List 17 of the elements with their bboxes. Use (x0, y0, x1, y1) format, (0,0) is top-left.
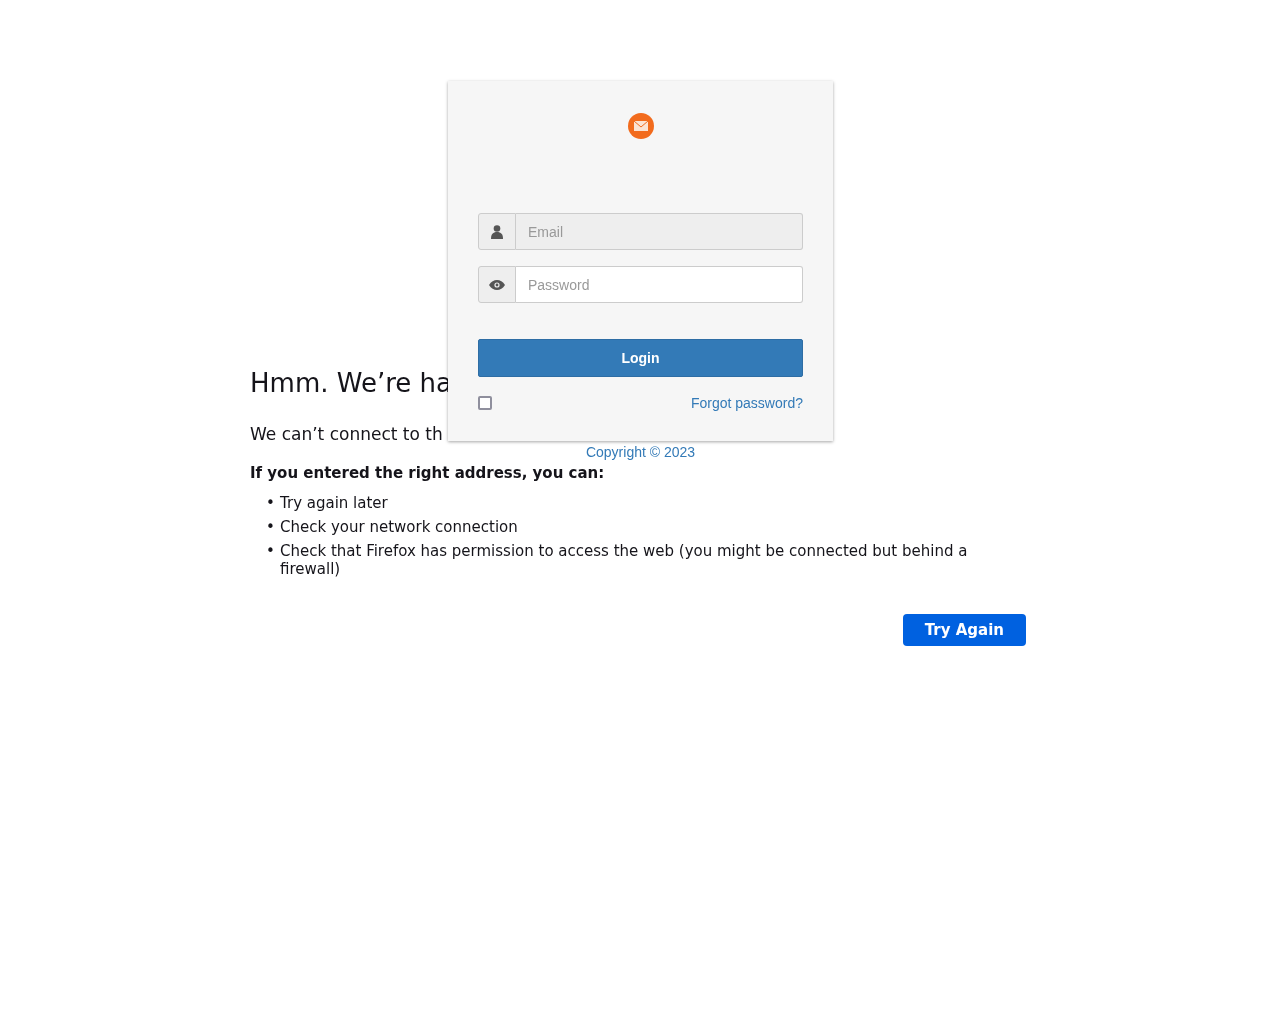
suggestion-item: Check that Firefox has permission to access the web (you might be connected but behind a firewall) (280, 542, 969, 578)
try-again-button[interactable]: Try Again (902, 614, 1026, 646)
password-field[interactable]: Password (516, 266, 803, 303)
bullet-marker: • (266, 542, 272, 562)
bullet-marker: • (266, 494, 272, 512)
suggestions-title: If you entered the right address, you can: (250, 463, 605, 484)
suggestion-item: Try again later (280, 494, 388, 512)
error-message: We can’t connect to th (250, 423, 443, 446)
bullet-marker: • (266, 518, 272, 536)
copyright-text: Copyright © 2023 (585, 444, 696, 460)
login-button[interactable]: Login (478, 339, 803, 377)
eye-icon (489, 279, 505, 290)
remember-checkbox[interactable] (478, 396, 492, 410)
suggestion-item: Check your network connection (280, 518, 518, 536)
mail-logo-icon (627, 113, 654, 139)
user-icon (491, 224, 503, 239)
forgot-password-link[interactable]: Forgot password? (690, 395, 803, 411)
